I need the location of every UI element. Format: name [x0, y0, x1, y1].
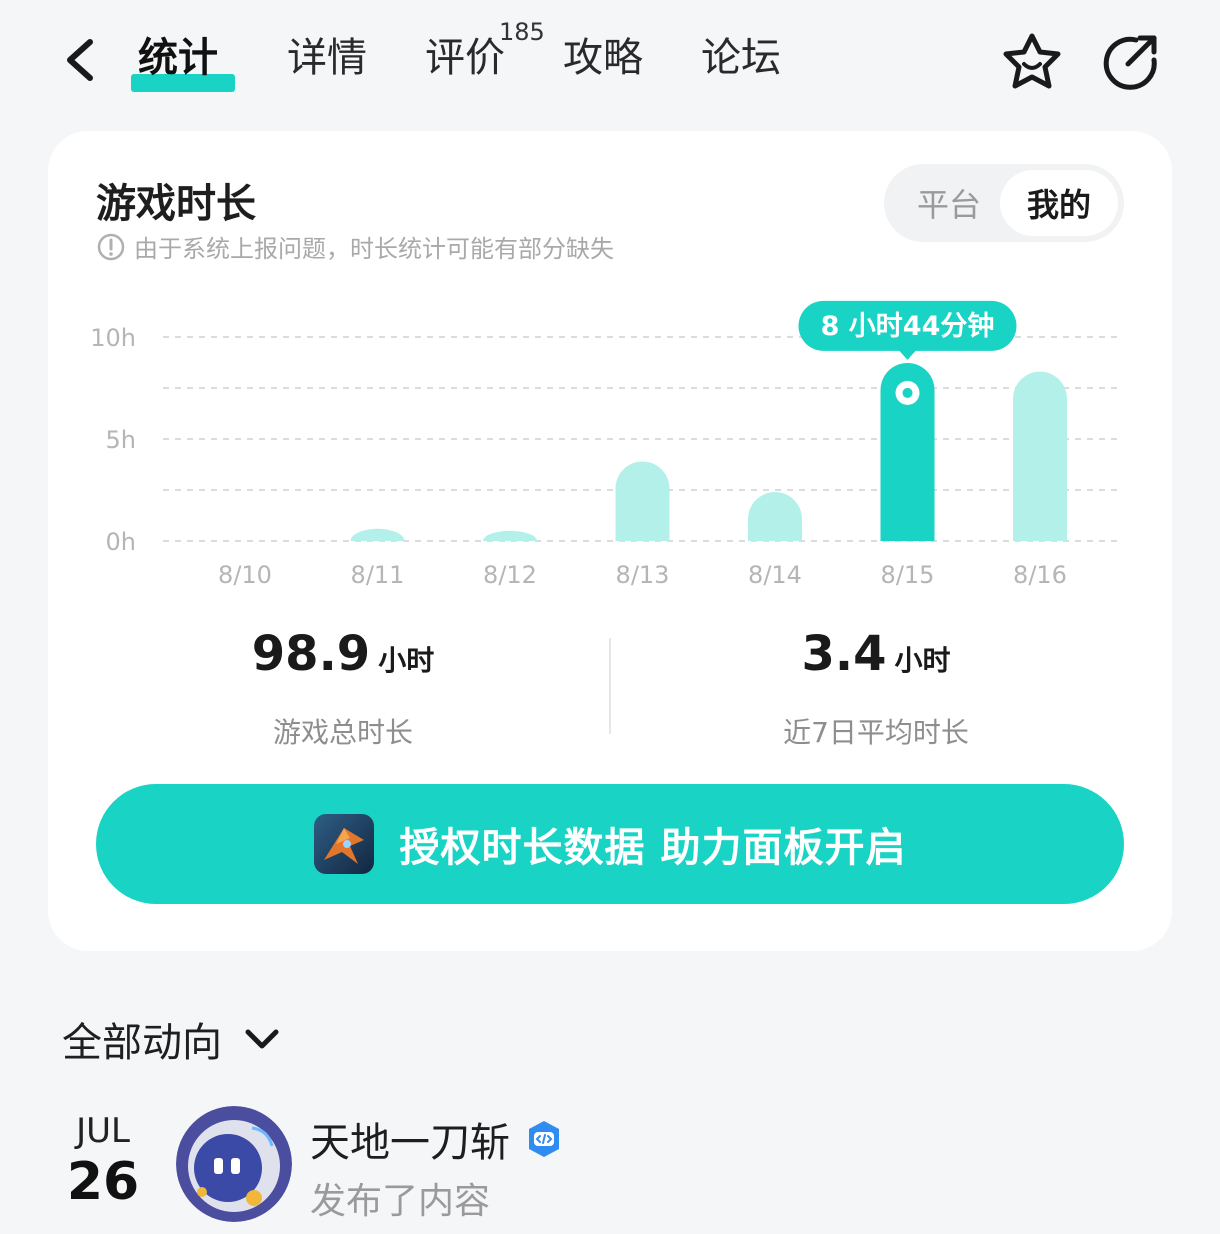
notice-text: 由于系统上报问题，时长统计可能有部分缺失: [134, 235, 614, 263]
chevron-down-icon: [245, 1029, 279, 1049]
tab-stats[interactable]: 统计: [138, 30, 218, 86]
x-tick-label: 8/16: [1013, 561, 1067, 589]
total-playtime: 98.9 小时 游戏总时长: [118, 626, 568, 751]
star-face-icon[interactable]: [1000, 30, 1064, 94]
playtime-card: 游戏时长 由于系统上报问题，时长统计可能有部分缺失 平台 我的 10h 5h 0h 8…: [48, 131, 1172, 951]
total-playtime-value: 98.9: [251, 626, 371, 682]
data-notice: 由于系统上报问题，时长统计可能有部分缺失: [96, 229, 614, 264]
activity-action: 发布了内容: [310, 1181, 491, 1222]
avg-playtime-value: 3.4: [801, 626, 887, 682]
card-title: 游戏时长: [96, 181, 256, 227]
activity-author[interactable]: 天地一刀斩: [310, 1110, 564, 1168]
game-app-icon: [313, 814, 374, 874]
toggle-platform[interactable]: 平台: [890, 170, 1008, 236]
authorize-data-button[interactable]: 授权时长数据 助力面板开启: [96, 784, 1124, 904]
activity-date: JUL 26: [62, 1112, 144, 1214]
back-arrow-icon[interactable]: [60, 34, 110, 86]
x-tick-label: 8/11: [351, 561, 405, 589]
developer-verified-icon: [529, 1121, 559, 1157]
y-tick-label: 10h: [90, 324, 136, 352]
chart-tooltip-pointer: [898, 349, 917, 360]
tab-reviews[interactable]: 评价: [425, 30, 505, 86]
tab-details[interactable]: 详情: [287, 30, 367, 86]
stats-divider: [609, 638, 611, 734]
toggle-mine[interactable]: 我的: [1000, 170, 1118, 236]
chart-bar-8-12: [483, 530, 537, 541]
stats-summary: 98.9 小时 游戏总时长 3.4 小时 近7日平均时长: [48, 626, 1172, 749]
source-toggle: 平台 我的: [884, 164, 1124, 242]
y-tick-label: 0h: [106, 528, 136, 556]
chart-tooltip-label: 8 小时44分钟: [821, 311, 995, 342]
playtime-bar-chart: 10h 5h 0h 8/10 8/11 8/12 8/13 8/14 8 小时44分钟 8/15 8…: [90, 300, 1118, 589]
x-tick-label: 8/10: [218, 561, 272, 589]
chart-bar-8-14: [748, 492, 802, 541]
avg-playtime: 3.4 小时 近7日平均时长: [651, 626, 1101, 751]
total-playtime-unit: 小时: [378, 644, 435, 677]
share-icon[interactable]: [1098, 30, 1162, 94]
activity-day: 26: [66, 1152, 140, 1212]
authorize-data-label: 授权时长数据 助力面板开启: [399, 825, 907, 871]
x-tick-label: 8/15: [881, 561, 935, 589]
top-nav: 统计 详情 评价 185 攻略 论坛: [0, 0, 1220, 120]
author-name: 天地一刀斩: [310, 1120, 510, 1166]
x-tick-label: 8/14: [748, 561, 802, 589]
chart-bar-8-16: [1013, 371, 1067, 541]
chart-bar-8-11: [350, 528, 405, 541]
activity-month: JUL: [76, 1111, 130, 1151]
y-tick-label: 5h: [106, 426, 136, 454]
info-icon: [97, 233, 125, 260]
review-count-badge: 185: [499, 18, 545, 46]
tab-guides[interactable]: 攻略: [563, 30, 643, 86]
tab-forum[interactable]: 论坛: [701, 30, 781, 86]
avg-playtime-label: 近7日平均时长: [783, 716, 969, 749]
x-tick-label: 8/13: [616, 561, 670, 589]
avatar[interactable]: [176, 1106, 292, 1222]
x-tick-label: 8/12: [483, 561, 537, 589]
activity-filter-label: 全部动向: [62, 1020, 222, 1066]
activity-filter-dropdown[interactable]: 全部动向: [62, 1010, 282, 1068]
avg-playtime-unit: 小时: [894, 644, 951, 677]
selected-point-dot: [902, 387, 913, 398]
total-playtime-label: 游戏总时长: [272, 716, 413, 749]
chart-bar-8-13: [615, 461, 670, 541]
